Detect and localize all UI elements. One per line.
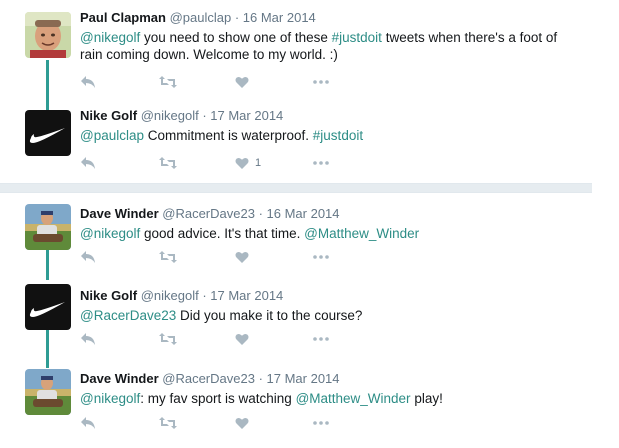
tweet-text-segment: : my fav sport is watching	[140, 391, 296, 406]
tweet-link[interactable]: @nikegolf	[80, 391, 140, 406]
reply-icon	[80, 250, 96, 264]
tweet-actions	[80, 413, 340, 433]
tweet-date[interactable]: · 16 Mar 2014	[235, 10, 316, 25]
tweet-actions: 1	[80, 153, 340, 173]
more-options-button[interactable]	[313, 329, 329, 349]
dave-avatar-icon[interactable]	[25, 204, 71, 250]
tweet-text-segment: Commitment is waterproof.	[144, 128, 313, 143]
tweet-date[interactable]: · 17 Mar 2014	[259, 371, 340, 386]
author-name[interactable]: Nike Golf	[80, 288, 137, 303]
reply-icon	[80, 332, 96, 346]
heart-icon	[235, 417, 249, 430]
tweet-text: @nikegolf: my fav sport is watching @Mat…	[80, 390, 580, 407]
reply-button[interactable]	[80, 72, 96, 92]
author-name[interactable]: Paul Clapman	[80, 10, 166, 25]
tweet-text: @nikegolf you need to show one of these …	[80, 29, 580, 63]
retweet-button[interactable]	[158, 329, 178, 349]
retweet-button[interactable]	[158, 72, 178, 92]
heart-icon	[235, 157, 249, 170]
author-handle[interactable]: @paulclap	[170, 10, 232, 25]
tweet-actions	[80, 329, 340, 349]
like-button[interactable]	[235, 72, 255, 92]
tweet-text-segment: play!	[410, 391, 443, 406]
paul-avatar-icon[interactable]	[25, 12, 71, 58]
author-handle[interactable]: @nikegolf	[141, 288, 199, 303]
tweet-text-segment: you need to show one of these	[140, 30, 332, 45]
like-button[interactable]: 1	[235, 153, 261, 173]
retweet-icon	[158, 75, 178, 89]
author-handle[interactable]: @nikegolf	[141, 108, 199, 123]
tweet-link[interactable]: @Matthew_Winder	[296, 391, 411, 406]
tweet-text-segment: good advice. It's that time.	[140, 226, 305, 241]
heart-icon	[235, 333, 249, 346]
retweet-icon	[158, 332, 178, 346]
tweet-link[interactable]: #justdoit	[313, 128, 363, 143]
conversation-thread: Dave Winder @RacerDave23 · 16 Mar 2014 @…	[0, 193, 592, 439]
tweet[interactable]: Nike Golf @nikegolf · 17 Mar 2014 @Racer…	[0, 273, 592, 363]
tweet[interactable]: Dave Winder @RacerDave23 · 16 Mar 2014 @…	[0, 193, 592, 283]
tweet-actions	[80, 247, 340, 267]
like-button[interactable]	[235, 247, 255, 267]
more-options-button[interactable]	[313, 72, 329, 92]
heart-icon	[235, 251, 249, 264]
author-name[interactable]: Dave Winder	[80, 206, 159, 221]
reply-button[interactable]	[80, 247, 96, 267]
tweet-date[interactable]: · 16 Mar 2014	[259, 206, 340, 221]
retweet-icon	[158, 156, 178, 170]
reply-icon	[80, 75, 96, 89]
like-button[interactable]	[235, 413, 255, 433]
dave-avatar-icon[interactable]	[25, 369, 71, 415]
reply-button[interactable]	[80, 153, 96, 173]
tweet[interactable]: Paul Clapman @paulclap · 16 Mar 2014 @ni…	[0, 0, 592, 90]
tweet-link[interactable]: #justdoit	[332, 30, 382, 45]
retweet-button[interactable]	[158, 413, 178, 433]
tweet-text: @nikegolf good advice. It's that time. @…	[80, 225, 580, 242]
retweet-icon	[158, 416, 178, 430]
tweet[interactable]: Nike Golf @nikegolf · 17 Mar 2014 @paulc…	[0, 98, 592, 188]
tweet-date[interactable]: · 17 Mar 2014	[202, 288, 283, 303]
tweet[interactable]: Dave Winder @RacerDave23 · 17 Mar 2014 @…	[0, 358, 592, 448]
reply-button[interactable]	[80, 413, 96, 433]
like-button[interactable]	[235, 329, 255, 349]
tweet-text: @paulclap Commitment is waterproof. #jus…	[80, 127, 580, 144]
tweet-text: @RacerDave23 Did you make it to the cour…	[80, 307, 580, 324]
heart-icon	[235, 76, 249, 89]
reply-icon	[80, 416, 96, 430]
author-name[interactable]: Nike Golf	[80, 108, 137, 123]
like-count: 1	[255, 157, 262, 169]
reply-icon	[80, 156, 96, 170]
tweet-link[interactable]: @nikegolf	[80, 226, 140, 241]
more-dots-icon	[313, 337, 329, 341]
nike-swoosh-icon[interactable]	[25, 284, 71, 330]
reply-button[interactable]	[80, 329, 96, 349]
conversation-separator	[0, 183, 592, 193]
tweet-date[interactable]: · 17 Mar 2014	[202, 108, 283, 123]
tweet-text-segment: Did you make it to the course?	[176, 308, 363, 323]
author-handle[interactable]: @RacerDave23	[162, 206, 255, 221]
tweet-link[interactable]: @RacerDave23	[80, 308, 176, 323]
tweet-link[interactable]: @Matthew_Winder	[304, 226, 419, 241]
retweet-button[interactable]	[158, 247, 178, 267]
retweet-button[interactable]	[158, 153, 178, 173]
tweet-link[interactable]: @paulclap	[80, 128, 144, 143]
author-name[interactable]: Dave Winder	[80, 371, 159, 386]
more-options-button[interactable]	[313, 153, 329, 173]
nike-swoosh-icon[interactable]	[25, 110, 71, 156]
conversation-thread: Paul Clapman @paulclap · 16 Mar 2014 @ni…	[0, 0, 592, 183]
more-options-button[interactable]	[313, 413, 329, 433]
more-dots-icon	[313, 80, 329, 84]
more-dots-icon	[313, 161, 329, 165]
more-dots-icon	[313, 421, 329, 425]
tweet-actions	[80, 72, 340, 92]
author-handle[interactable]: @RacerDave23	[162, 371, 255, 386]
more-options-button[interactable]	[313, 247, 329, 267]
tweet-link[interactable]: @nikegolf	[80, 30, 140, 45]
retweet-icon	[158, 250, 178, 264]
more-dots-icon	[313, 255, 329, 259]
